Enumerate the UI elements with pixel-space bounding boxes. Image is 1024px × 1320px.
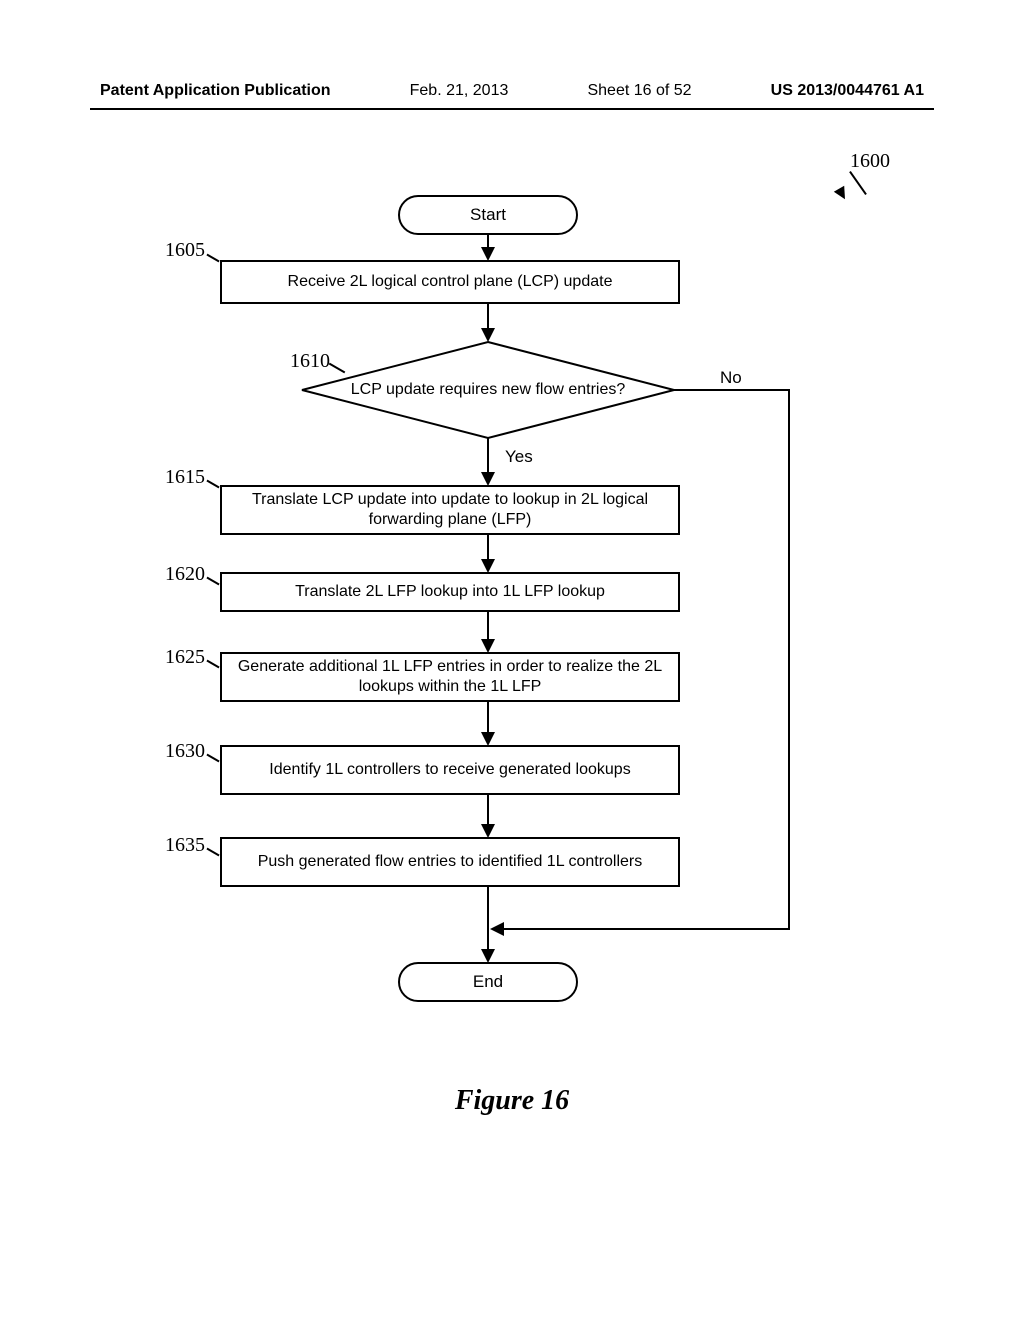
- connector: [487, 438, 489, 473]
- step-1635-text: Push generated flow entries to identifie…: [258, 852, 643, 872]
- pointer-1600: [850, 172, 880, 202]
- start-terminator: Start: [398, 195, 578, 235]
- page-header: Patent Application Publication Feb. 21, …: [0, 82, 1024, 100]
- yes-label: Yes: [505, 447, 533, 467]
- figure-caption: Figure 16: [0, 1085, 1024, 1117]
- ref-1605: 1605: [165, 239, 205, 262]
- step-1620-text: Translate 2L LFP lookup into 1L LFP look…: [295, 582, 605, 602]
- process-1625: Generate additional 1L LFP entries in or…: [220, 652, 680, 702]
- step-1605-text: Receive 2L logical control plane (LCP) u…: [288, 272, 613, 292]
- connector: [487, 887, 489, 950]
- publication-id: US 2013/0044761 A1: [771, 82, 924, 100]
- ref-1625: 1625: [165, 646, 205, 669]
- connector: [487, 535, 489, 560]
- connector: [487, 795, 489, 825]
- step-1610-text: LCP update requires new flow entries?: [351, 380, 626, 399]
- step-1625-text: Generate additional 1L LFP entries in or…: [234, 657, 666, 697]
- ref-1620: 1620: [165, 563, 205, 586]
- arrowhead-icon: [481, 247, 495, 261]
- sheet-info: Sheet 16 of 52: [587, 82, 691, 100]
- connector: [487, 702, 489, 733]
- arrowhead-icon: [481, 639, 495, 653]
- arrowhead-icon: [481, 559, 495, 573]
- header-rule: [90, 108, 934, 110]
- arrowhead-icon: [481, 732, 495, 746]
- process-1635: Push generated flow entries to identifie…: [220, 837, 680, 887]
- leader-1620: [206, 577, 219, 586]
- decision-1610: LCP update requires new flow entries?: [300, 340, 676, 440]
- publication-label: Patent Application Publication: [100, 82, 331, 100]
- connector: [487, 304, 489, 329]
- leader-1615: [206, 480, 219, 489]
- step-1630-text: Identify 1L controllers to receive gener…: [269, 760, 630, 780]
- connector: [788, 389, 790, 930]
- process-1615: Translate LCP update into update to look…: [220, 485, 680, 535]
- connector: [502, 928, 790, 930]
- arrowhead-icon: [481, 472, 495, 486]
- process-1605: Receive 2L logical control plane (LCP) u…: [220, 260, 680, 304]
- leader-1630: [206, 754, 219, 763]
- connector: [674, 389, 790, 391]
- flowchart-diagram: 1600 1605 1610 1615 1620 1625 1630 1635 …: [0, 140, 1024, 1090]
- connector: [487, 612, 489, 640]
- leader-1605: [206, 254, 219, 263]
- ref-1615: 1615: [165, 466, 205, 489]
- ref-1600: 1600: [850, 150, 890, 173]
- leader-1625: [206, 660, 219, 669]
- process-1630: Identify 1L controllers to receive gener…: [220, 745, 680, 795]
- end-label: End: [473, 972, 503, 992]
- step-1615-text: Translate LCP update into update to look…: [234, 490, 666, 530]
- ref-1630: 1630: [165, 740, 205, 763]
- process-1620: Translate 2L LFP lookup into 1L LFP look…: [220, 572, 680, 612]
- ref-1635: 1635: [165, 834, 205, 857]
- publication-date: Feb. 21, 2013: [410, 82, 509, 100]
- start-label: Start: [470, 205, 506, 225]
- arrowhead-icon: [481, 824, 495, 838]
- end-terminator: End: [398, 962, 578, 1002]
- arrowhead-icon: [490, 922, 504, 936]
- leader-1635: [206, 848, 219, 857]
- arrowhead-icon: [481, 949, 495, 963]
- no-label: No: [720, 368, 742, 388]
